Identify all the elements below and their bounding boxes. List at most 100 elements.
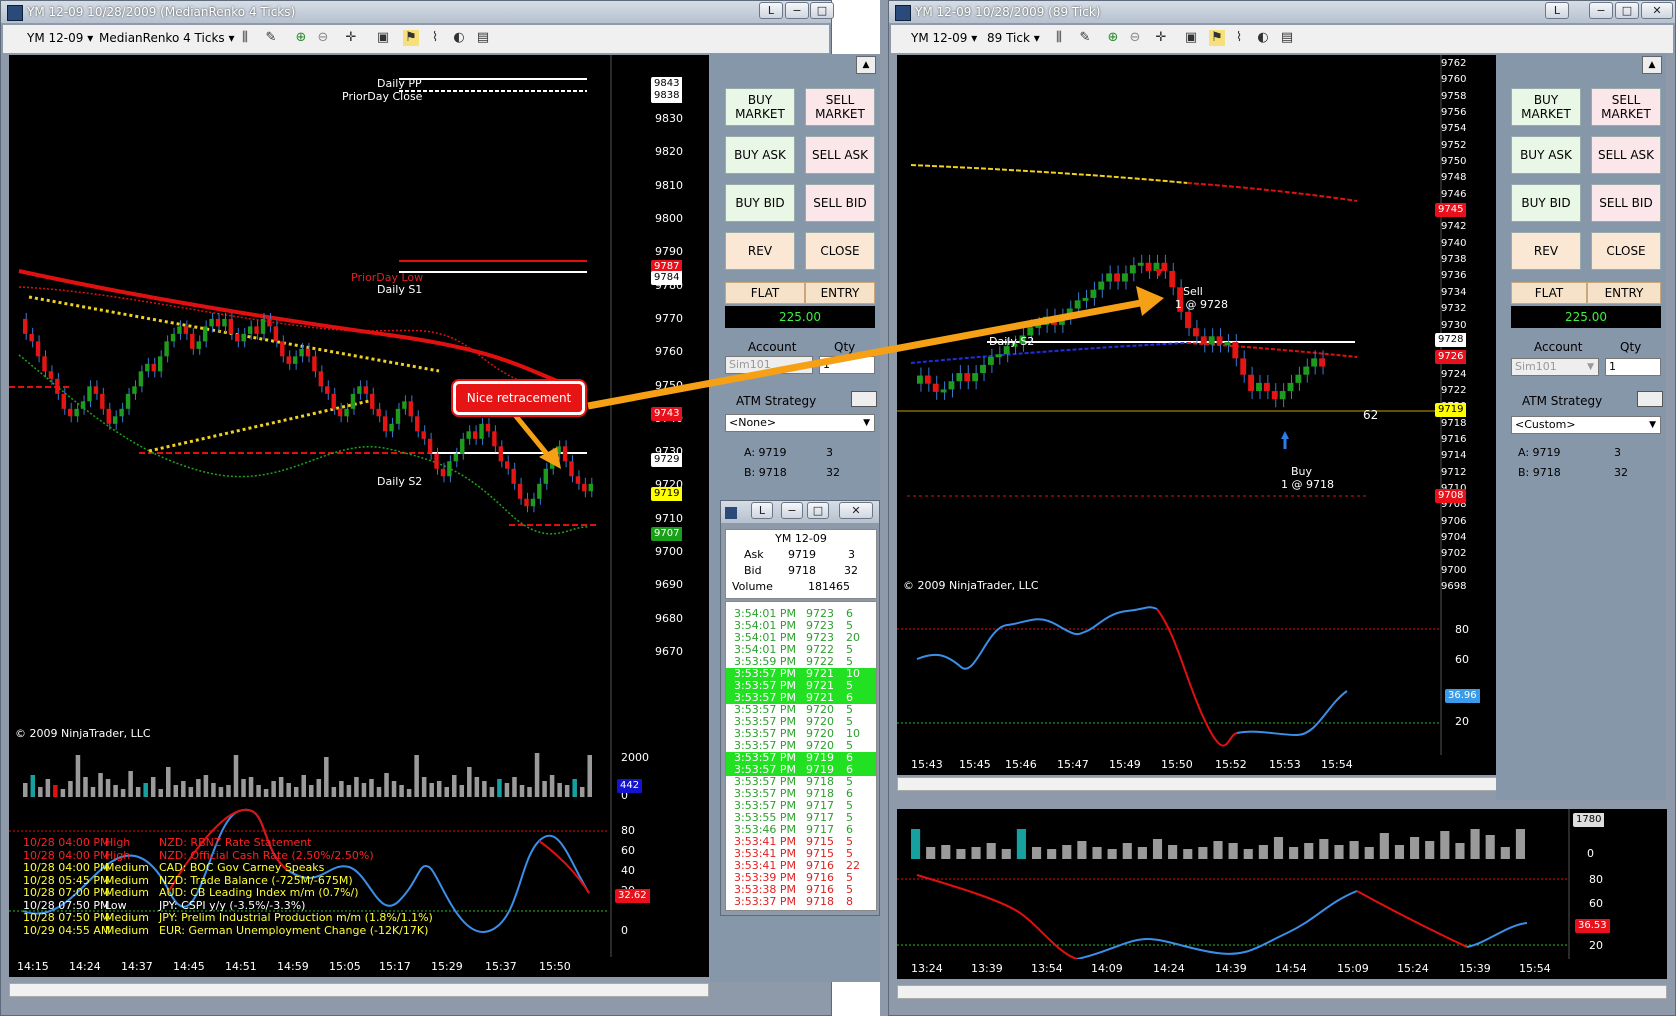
right-horizontal-scrollbar[interactable] — [897, 777, 1497, 791]
minimize-icon[interactable]: − — [785, 2, 809, 19]
bar-style-icon[interactable]: ⫼ — [1051, 30, 1067, 46]
lower-horizontal-scrollbar[interactable] — [897, 985, 1667, 999]
instrument-selector[interactable]: YM 12-09 ▾ — [27, 31, 93, 45]
volume-bar — [579, 787, 585, 797]
candle — [505, 461, 510, 469]
draw-tool-icon[interactable]: ✎ — [1077, 30, 1093, 46]
ts-trade-list[interactable]: 3:54:01 PM 9723 6 3:54:01 PM 9723 5 3:54:01 PM… — [725, 601, 877, 911]
volume-bar — [226, 785, 231, 797]
draw-tool-icon[interactable]: ✎ — [263, 30, 279, 46]
buy-market-button[interactable]: BUY MARKET — [1511, 88, 1581, 126]
zoom-out-icon[interactable]: ⊖ — [315, 30, 331, 46]
volume-marker: 442 — [617, 779, 643, 793]
volume-bar — [1001, 849, 1011, 859]
atm-strategy-select[interactable]: <None> ▼ — [725, 414, 875, 432]
volume-bar — [1122, 843, 1132, 859]
price-tick-label: 9736 — [1441, 270, 1467, 282]
crosshair-icon[interactable]: ✛ — [1153, 30, 1169, 46]
properties-icon[interactable]: ▣ — [375, 30, 391, 46]
zoom-in-icon[interactable]: ⊕ — [293, 30, 309, 46]
buy-ask-button[interactable]: BUY ASK — [1511, 136, 1581, 174]
data-box-icon[interactable]: ◐ — [451, 30, 467, 46]
volume-bar — [1213, 841, 1223, 859]
buy-ask-button[interactable]: BUY ASK — [725, 136, 795, 174]
sell-market-button[interactable]: SELL MARKET — [805, 88, 875, 126]
ts-cell: 3:53:38 PM — [734, 883, 797, 896]
left-price-chart[interactable]: © 2009 NinjaTrader, LLC Daily PP PriorDa… — [9, 55, 709, 745]
time-tick-label: 15:17 — [379, 960, 411, 973]
ts-link-button[interactable]: L — [751, 502, 773, 519]
minimize-icon[interactable]: − — [1589, 2, 1613, 19]
atm-strategy-select[interactable]: <Custom> ▼ — [1511, 416, 1661, 434]
crosshair-icon[interactable]: ✛ — [343, 30, 359, 46]
ts-minimize-icon[interactable]: − — [781, 502, 803, 519]
bar-type-selector[interactable]: MedianRenko 4 Ticks ▾ — [99, 31, 235, 45]
sell-market-button[interactable]: SELL MARKET — [1591, 88, 1661, 126]
buy-bid-button[interactable]: BUY BID — [725, 184, 795, 222]
buy-bid-button[interactable]: BUY BID — [1511, 184, 1581, 222]
account-select[interactable]: Sim101 — [725, 356, 813, 374]
price-tick-label: 9750 — [655, 378, 683, 392]
buy-market-button[interactable]: BUY MARKET — [725, 88, 795, 126]
volume-bar — [1168, 845, 1178, 859]
sell-ask-button[interactable]: SELL ASK — [805, 136, 875, 174]
volume-bar — [1258, 845, 1268, 859]
ts-cell: 9719 — [806, 763, 834, 776]
properties-icon[interactable]: ▣ — [1183, 30, 1199, 46]
panel-collapse-button[interactable]: ▲ — [856, 56, 876, 74]
qty-input[interactable]: 1 — [819, 356, 875, 374]
close-position-button[interactable]: CLOSE — [805, 232, 875, 270]
news-cell: Medium — [105, 923, 149, 937]
ts-titlebar[interactable]: L − □ ✕ — [721, 501, 879, 523]
atm-settings-button[interactable] — [851, 391, 877, 407]
time-tick-label: 15:05 — [329, 960, 361, 973]
left-horizontal-scrollbar[interactable] — [9, 983, 709, 997]
zoom-in-icon[interactable]: ⊕ — [1105, 30, 1121, 46]
ts-row[interactable]: 3:53:37 PM 9718 8 — [726, 896, 876, 908]
maximize-icon[interactable]: □ — [1615, 2, 1639, 19]
right-titlebar[interactable]: YM 12-09 10/28/2009 (89 Tick) L − □ ✕ — [889, 1, 1675, 23]
panel-collapse-button[interactable]: ▲ — [1642, 56, 1662, 74]
sell-bid-button[interactable]: SELL BID — [805, 184, 875, 222]
price-tick-label: 9718 — [1441, 417, 1467, 429]
ts-maximize-icon[interactable]: □ — [807, 502, 829, 519]
volume-bar — [564, 785, 570, 797]
account-select[interactable]: Sim101 ▼ — [1511, 358, 1599, 376]
qty-input[interactable]: 1 — [1605, 358, 1661, 376]
volume-bar — [986, 843, 996, 859]
bar-style-icon[interactable]: ⫼ — [237, 30, 253, 46]
level-priorday-close: PriorDay Close — [342, 90, 423, 103]
time-tick-label: 15:29 — [431, 960, 463, 973]
right-price-chart[interactable]: © 2009 NinjaTrader, LLC Daily S2 Sell 1 … — [897, 55, 1497, 595]
atm-settings-button[interactable] — [1637, 391, 1663, 407]
strategy-icon[interactable]: ⚑ — [403, 30, 419, 46]
sell-ask-button[interactable]: SELL ASK — [1591, 136, 1661, 174]
chart-trader-icon[interactable]: ▤ — [1279, 30, 1295, 46]
left-titlebar[interactable]: YM 12-09 10/28/2009 (MedianRenko 4 Ticks… — [1, 1, 831, 23]
close-position-button[interactable]: CLOSE — [1591, 232, 1661, 270]
ts-close-icon[interactable]: ✕ — [839, 502, 873, 519]
account-label: Account — [748, 340, 797, 354]
reverse-button[interactable]: REV — [1511, 232, 1581, 270]
close-icon[interactable]: ✕ — [1641, 2, 1673, 19]
reverse-button[interactable]: REV — [725, 232, 795, 270]
volume-bar — [1062, 845, 1072, 859]
candle — [325, 386, 330, 394]
sell-bid-button[interactable]: SELL BID — [1591, 184, 1661, 222]
strategy-icon[interactable]: ⚑ — [1209, 30, 1225, 46]
candle — [74, 408, 79, 417]
bar-type-selector[interactable]: 89 Tick ▾ — [987, 31, 1040, 45]
zoom-out-icon[interactable]: ⊖ — [1127, 30, 1143, 46]
volume-bar — [271, 781, 276, 797]
maximize-icon[interactable]: □ — [810, 2, 834, 19]
indicators-icon[interactable]: ⌇ — [427, 30, 443, 46]
data-box-icon[interactable]: ◐ — [1255, 30, 1271, 46]
annotation-callout[interactable]: Nice retracement — [453, 381, 585, 415]
news-cell: 10/29 04:55 AM — [23, 923, 111, 937]
instrument-selector[interactable]: YM 12-09 ▾ — [911, 31, 977, 45]
link-button[interactable]: L — [759, 2, 783, 19]
link-button[interactable]: L — [1545, 2, 1569, 19]
candle — [1137, 262, 1144, 266]
chart-trader-icon[interactable]: ▤ — [475, 30, 491, 46]
indicators-icon[interactable]: ⌇ — [1231, 30, 1247, 46]
